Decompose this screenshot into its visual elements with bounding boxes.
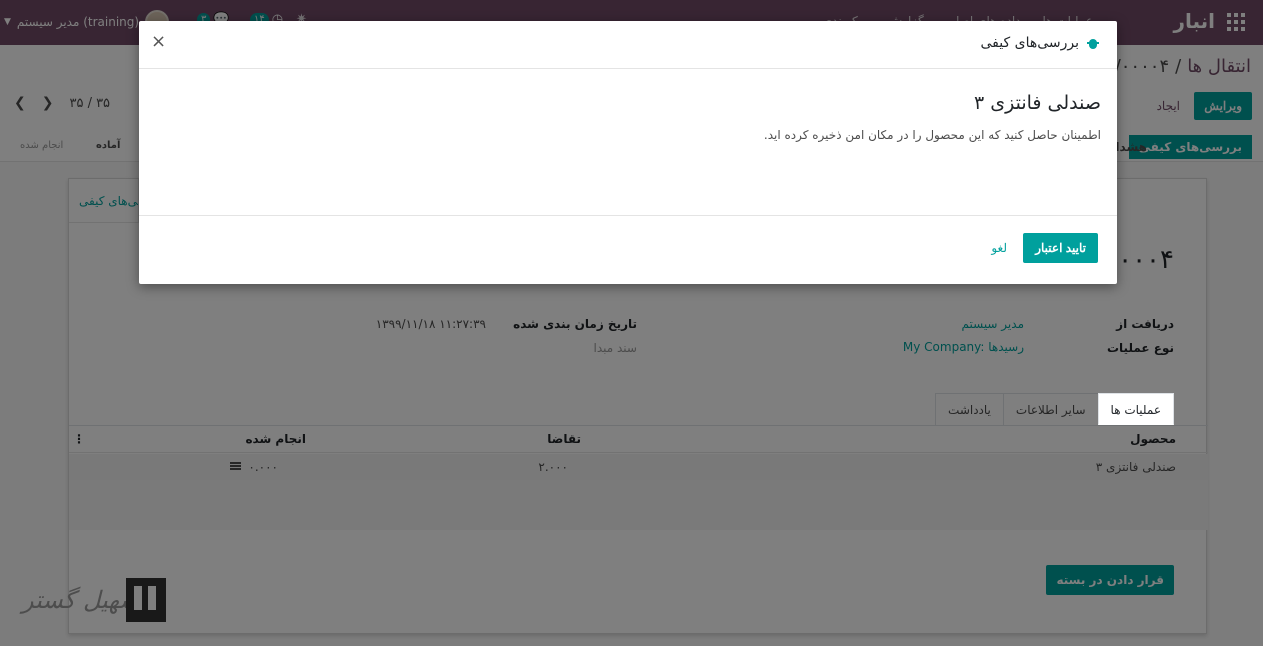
bug-icon xyxy=(1087,37,1099,49)
dialog-header: بررسی‌های کیفی × xyxy=(139,21,1117,69)
dialog-title: بررسی‌های کیفی xyxy=(981,35,1099,51)
dialog-body: صندلی فانتزی ۳ اطمینان حاصل کنید که این … xyxy=(139,70,1117,215)
tab-operations[interactable]: عملیات ها xyxy=(1097,393,1174,425)
dialog-footer: تایید اعتبار لغو xyxy=(139,215,1117,284)
dialog-title-text: بررسی‌های کیفی xyxy=(980,35,1079,51)
dialog-message: اطمینان حاصل کنید که این محصول را در مکا… xyxy=(763,128,1101,142)
close-icon[interactable]: × xyxy=(151,31,166,52)
dialog-product-heading: صندلی فانتزی ۳ xyxy=(973,92,1101,114)
quality-check-dialog: بررسی‌های کیفی × صندلی فانتزی ۳ اطمینان … xyxy=(139,21,1117,284)
cancel-button[interactable]: لغو xyxy=(991,233,1007,263)
validate-button[interactable]: تایید اعتبار xyxy=(1023,233,1098,263)
